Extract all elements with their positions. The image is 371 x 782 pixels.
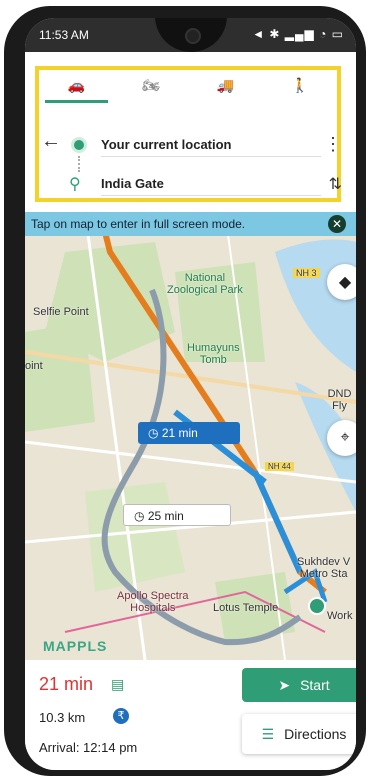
- map-label-point: oint: [25, 360, 43, 372]
- status-time: 11:53 AM: [39, 28, 89, 42]
- phone-frame: 11:53 AM ◄ ✱ ▂▄▆ ◔ ▭ 🚗 🏍 🚚 🚶 ← ⚲ Your cu…: [4, 6, 366, 776]
- route-connector: [78, 156, 82, 172]
- destination-field[interactable]: India Gate: [101, 173, 321, 196]
- arrival-text: Arrival: 12:14 pm: [39, 740, 138, 755]
- alternate-route-time-text: 25 min: [147, 509, 184, 523]
- map-label-zoo: National Zoological Park: [167, 272, 243, 296]
- tab-truck[interactable]: 🚚: [188, 70, 263, 100]
- back-arrow-icon[interactable]: ←: [41, 130, 61, 153]
- map-label-lotus-temple: Lotus Temple: [213, 602, 279, 614]
- map-label-humayuns-tomb: Humayuns Tomb: [187, 342, 240, 366]
- mappls-logo: MAPPLS: [43, 638, 108, 654]
- list-icon: ☰: [261, 725, 275, 742]
- map-label-selfie-point: Selfie Point: [33, 306, 89, 318]
- origin-dot-icon: [74, 140, 84, 150]
- map-label-work: Work: [327, 610, 353, 622]
- directions-button-label: Directions: [284, 726, 347, 742]
- start-button[interactable]: ➤ Start: [242, 668, 356, 702]
- alternate-route-time[interactable]: ◷ 25 min: [123, 504, 231, 526]
- swap-icon[interactable]: ⇅: [329, 174, 342, 194]
- eta-text: 21 min: [39, 674, 94, 694]
- map-label-apollo: Apollo Spectra Hospitals: [117, 590, 189, 614]
- navigate-arrow-icon: ➤: [278, 676, 291, 693]
- distance-text: 10.3 km: [39, 710, 86, 725]
- route-panel: 🚗 🏍 🚚 🚶 ← ⚲ Your current location India …: [25, 52, 356, 212]
- tab-walk[interactable]: 🚶: [263, 70, 338, 100]
- directions-button[interactable]: ☰ Directions: [242, 714, 356, 754]
- map-label-sukhdev: Sukhdev V Metro Sta: [297, 556, 351, 580]
- toll-rupee-icon[interactable]: ₹: [113, 708, 129, 724]
- highway-badge-nh3: NH 3: [293, 268, 320, 278]
- screen: 11:53 AM ◄ ✱ ▂▄▆ ◔ ▭ 🚗 🏍 🚚 🚶 ← ⚲ Your cu…: [25, 18, 356, 770]
- tab-bike[interactable]: 🏍: [114, 70, 189, 100]
- start-button-label: Start: [300, 677, 330, 693]
- primary-route-time-text: 21 min: [161, 426, 198, 440]
- close-icon[interactable]: ✕: [328, 215, 346, 233]
- bike-icon: 🏍: [141, 76, 160, 93]
- destination-pin-icon: ⚲: [69, 176, 81, 193]
- route-summary: 21 min ▤ 10.3 km ₹ Arrival: 12:14 pm ➤ S…: [25, 660, 356, 770]
- car-icon: 🚗: [67, 76, 85, 93]
- travel-mode-tabs: 🚗 🏍 🚚 🚶: [39, 70, 338, 103]
- more-options-icon[interactable]: ⋮: [324, 134, 342, 155]
- tab-car[interactable]: 🚗: [39, 70, 114, 103]
- details-icon[interactable]: ▤: [111, 676, 124, 693]
- primary-route-time[interactable]: ◷ 21 min: [138, 422, 240, 444]
- crosshair-icon: ⌖: [340, 429, 350, 446]
- truck-icon: 🚚: [216, 76, 234, 93]
- map-label-dnd: DND Fly: [327, 388, 352, 412]
- status-icons: ◄ ✱ ▂▄▆ ◔ ▭: [252, 27, 344, 41]
- origin-field[interactable]: Your current location: [101, 134, 321, 157]
- layers-icon: ◆: [338, 274, 352, 291]
- fullscreen-tip-bar[interactable]: Tap on map to enter in full screen mode.…: [25, 212, 356, 236]
- fullscreen-tip-text: Tap on map to enter in full screen mode.: [31, 217, 246, 231]
- layers-button[interactable]: ◆: [327, 264, 356, 300]
- highway-badge-nh44: NH 44: [265, 462, 294, 471]
- camera-icon: [184, 28, 201, 44]
- walk-icon: 🚶: [291, 76, 309, 93]
- locate-button[interactable]: ⌖: [327, 420, 356, 456]
